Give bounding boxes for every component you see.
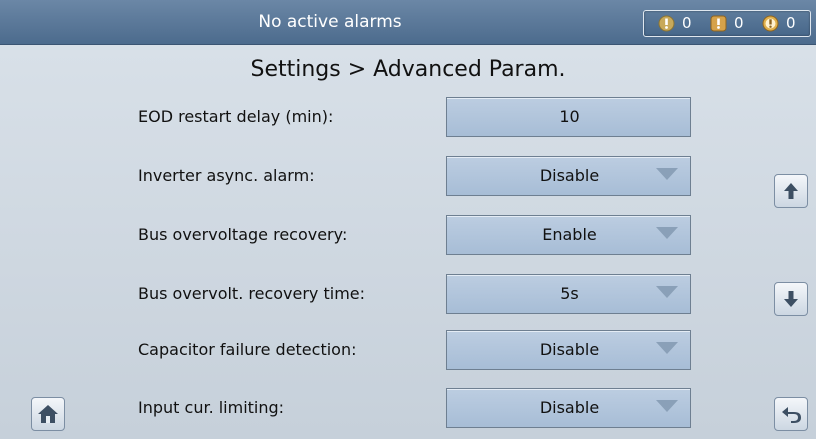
minor-alarm-count: 0 [682,14,692,32]
status-bar: No active alarms 0 0 0 [0,0,816,45]
bus-overvoltage-recovery-select[interactable]: Enable [446,215,691,255]
inverter-async-alarm-select[interactable]: Disable [446,156,691,196]
chevron-down-icon [656,168,678,180]
bus-overvolt-recovery-time-select[interactable]: 5s [446,274,691,314]
critical-alarm-count: 0 [786,14,796,32]
chevron-down-icon [656,227,678,239]
major-alarm-icon [710,15,727,32]
scroll-up-button[interactable] [774,174,808,208]
arrow-down-icon [784,291,798,307]
minor-alarm-icon [658,15,675,32]
scroll-down-button[interactable] [774,282,808,316]
home-button[interactable] [31,397,65,431]
setting-label-capacitor-failure-detection: Capacitor failure detection: [138,340,357,359]
chevron-down-icon [656,342,678,354]
back-arrow-icon [782,407,801,423]
chevron-down-icon [656,286,678,298]
arrow-up-icon [784,183,798,199]
capacitor-failure-detection-select[interactable]: Disable [446,330,691,370]
eod-restart-delay-value: 10 [559,107,580,126]
alarm-status-text: No active alarms [258,12,402,32]
setting-label-input-cur-limiting: Input cur. limiting: [138,398,285,417]
input-cur-limiting-select[interactable]: Disable [446,388,691,428]
setting-label-bus-overvolt-recovery-time: Bus overvolt. recovery time: [138,284,366,303]
setting-label-eod-restart-delay: EOD restart delay (min): [138,107,334,126]
major-alarm-count: 0 [734,14,744,32]
setting-label-inverter-async-alarm: Inverter async. alarm: [138,166,315,185]
eod-restart-delay-input[interactable]: 10 [446,97,691,137]
settings-panel: Settings > Advanced Param. EOD restart d… [0,45,816,439]
page-title: Settings > Advanced Param. [250,57,566,82]
setting-label-bus-overvoltage-recovery: Bus overvoltage recovery: [138,225,348,244]
alarm-counter-group[interactable]: 0 0 0 [643,10,811,37]
home-icon [38,405,58,423]
chevron-down-icon [656,400,678,412]
back-button[interactable] [774,397,808,431]
critical-alarm-icon [762,15,779,32]
